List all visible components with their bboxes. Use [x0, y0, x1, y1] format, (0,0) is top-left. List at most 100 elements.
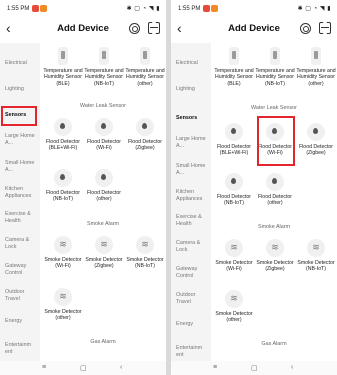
device-flood-other[interactable]: Flood Detector (other) — [84, 169, 124, 203]
device-flood-zigbee[interactable]: Flood Detector (Zigbee) — [125, 118, 165, 152]
qr-scan-icon[interactable] — [319, 22, 331, 34]
sensors-highlight-box — [1, 106, 37, 126]
smoke-detector-icon — [54, 288, 72, 306]
sidebar-item-sensors[interactable]: Sensors — [176, 115, 212, 122]
sidebar-item-energy[interactable]: Energy — [5, 318, 41, 325]
phone-screen-left: 1:55 PM ✱ ▢ ◔ ◥ ▮ ‹ Add Device Electrica… — [0, 0, 166, 375]
device-th-other[interactable]: Temperature and Humidity Sensor (other) — [296, 47, 336, 87]
sidebar-item-kitchen-appliances[interactable]: Kitchen Appliances — [5, 186, 39, 200]
status-time: 1:55 PM — [178, 6, 201, 12]
app-notification-icon — [211, 5, 218, 12]
section-title-water-leak: Water Leak Sensor — [251, 105, 297, 111]
device-smoke-nbiot[interactable]: Smoke Detector (NB-IoT) — [125, 236, 165, 270]
flood-sensor-icon — [307, 123, 325, 141]
flood-sensor-icon — [225, 123, 243, 141]
phone-screen-right: 1:55 PM ✱ ▢ ◔ ◥ ▮ ‹ Add Device Electrica… — [171, 0, 337, 375]
system-nav-bar: ≡ ▢ ‹ — [0, 361, 166, 375]
device-flood-zigbee[interactable]: Flood Detector (Zigbee) — [296, 123, 336, 157]
smoke-detector-icon — [54, 236, 72, 254]
section-title-gas: Gas Alarm — [90, 339, 116, 345]
device-smoke-wifi[interactable]: Smoke Detector (Wi-Fi) — [43, 236, 83, 270]
sidebar-item-kitchen-appliances[interactable]: Kitchen Appliances — [176, 189, 210, 203]
sidebar-item-camera-lock[interactable]: Camera & Lock — [176, 240, 206, 254]
smoke-detector-icon — [136, 236, 154, 254]
flood-sensor-icon — [95, 118, 113, 136]
device-th-nbiot[interactable]: Temperature and Humidity Sensor (NB-IoT) — [84, 47, 124, 87]
auto-scan-icon[interactable] — [129, 23, 140, 34]
section-title-gas: Gas Alarm — [261, 341, 287, 347]
device-flood-ble-wifi[interactable]: Flood Detector (BLE+Wi-Fi) — [43, 118, 83, 152]
thermometer-icon — [99, 47, 109, 65]
thermometer-icon — [58, 47, 68, 65]
sidebar-item-energy[interactable]: Energy — [176, 321, 212, 328]
device-th-other[interactable]: Temperature and Humidity Sensor (other) — [125, 47, 165, 87]
flood-sensor-icon — [266, 173, 284, 191]
notification-icon — [203, 5, 210, 12]
category-sidebar: Electrical Lighting Sensors Large Home A… — [0, 43, 40, 361]
smoke-detector-icon — [307, 239, 325, 257]
sidebar-item-small-home-appliances[interactable]: Small Home A... — [5, 160, 35, 174]
sidebar-item-entertainment[interactable]: Entertainm ent — [5, 342, 35, 356]
flood-sensor-icon — [95, 169, 113, 187]
device-smoke-other[interactable]: Smoke Detector (other) — [214, 290, 254, 324]
device-smoke-nbiot[interactable]: Smoke Detector (NB-IoT) — [296, 239, 336, 273]
device-th-ble[interactable]: Temperature and Humidity Sensor (BLE) — [214, 47, 254, 87]
status-bar: 1:55 PM ✱ ▢ ◔ ◥ ▮ — [0, 0, 166, 17]
menu-icon[interactable]: ≡ — [42, 364, 46, 371]
home-icon[interactable]: ▢ — [80, 364, 87, 372]
system-nav-bar: ≡ ▢ ‹ — [171, 361, 337, 375]
device-flood-nbiot[interactable]: Flood Detector (NB-IoT) — [214, 173, 254, 207]
sidebar-item-gateway-control[interactable]: Gateway Control — [176, 266, 206, 280]
page-title: Add Device — [57, 23, 109, 34]
status-bar: 1:55 PM ✱ ▢ ◔ ◥ ▮ — [171, 0, 337, 17]
nav-back-icon[interactable]: ‹ — [120, 364, 122, 371]
page-title: Add Device — [228, 23, 280, 34]
device-th-nbiot[interactable]: Temperature and Humidity Sensor (NB-IoT) — [255, 47, 295, 87]
device-smoke-wifi[interactable]: Smoke Detector (Wi-Fi) — [214, 239, 254, 273]
status-icons: ✱ ▢ ◔ ◥ ▮ — [126, 6, 160, 12]
menu-icon[interactable]: ≡ — [213, 364, 217, 371]
flood-sensor-icon — [136, 118, 154, 136]
thermometer-icon — [229, 47, 239, 65]
section-title-smoke: Smoke Alarm — [257, 224, 291, 230]
sidebar-item-large-home-appliances[interactable]: Large Home A... — [5, 133, 35, 147]
sidebar-item-large-home-appliances[interactable]: Large Home A... — [176, 136, 206, 150]
smoke-detector-icon — [266, 239, 284, 257]
auto-scan-icon[interactable] — [300, 23, 311, 34]
app-notification-icon — [40, 5, 47, 12]
device-flood-other[interactable]: Flood Detector (other) — [255, 173, 295, 207]
device-grid: Temperature and Humidity Sensor (BLE) Te… — [40, 43, 166, 361]
sidebar-item-exercise-health[interactable]: Exercise & Health — [5, 211, 37, 225]
qr-scan-icon[interactable] — [148, 22, 160, 34]
sidebar-item-lighting[interactable]: Lighting — [5, 86, 41, 93]
sidebar-item-electrical[interactable]: Electrical — [176, 60, 212, 67]
thermometer-icon — [270, 47, 280, 65]
device-flood-wifi[interactable]: Flood Detector (Wi-Fi) — [84, 118, 124, 152]
sidebar-item-outdoor-travel[interactable]: Outdoor Travel — [176, 292, 206, 306]
device-grid: Temperature and Humidity Sensor (BLE) Te… — [211, 43, 337, 361]
sidebar-item-small-home-appliances[interactable]: Small Home A... — [176, 163, 206, 177]
sidebar-item-entertainment[interactable]: Entertainm ent — [176, 345, 206, 359]
device-smoke-other[interactable]: Smoke Detector (other) — [43, 288, 83, 322]
device-flood-nbiot[interactable]: Flood Detector (NB-IoT) — [43, 169, 83, 203]
sidebar-item-camera-lock[interactable]: Camera & Lock — [5, 237, 35, 251]
device-smoke-zigbee[interactable]: Smoke Detector (Zigbee) — [84, 236, 124, 270]
flood-sensor-icon — [54, 169, 72, 187]
thermometer-icon — [140, 47, 150, 65]
sidebar-item-lighting[interactable]: Lighting — [176, 86, 212, 93]
flood-wifi-highlight-box — [257, 116, 295, 166]
device-smoke-zigbee[interactable]: Smoke Detector (Zigbee) — [255, 239, 295, 273]
category-sidebar: Electrical Lighting Sensors Large Home A… — [171, 43, 211, 361]
smoke-detector-icon — [225, 239, 243, 257]
sidebar-item-outdoor-travel[interactable]: Outdoor Travel — [5, 289, 35, 303]
nav-back-icon[interactable]: ‹ — [291, 364, 293, 371]
smoke-detector-icon — [225, 290, 243, 308]
home-icon[interactable]: ▢ — [251, 364, 258, 372]
sidebar-item-exercise-health[interactable]: Exercise & Health — [176, 214, 208, 228]
device-th-ble[interactable]: Temperature and Humidity Sensor (BLE) — [43, 47, 83, 87]
header: ‹ Add Device — [171, 17, 337, 43]
sidebar-item-electrical[interactable]: Electrical — [5, 60, 41, 67]
section-title-smoke: Smoke Alarm — [86, 221, 120, 227]
sidebar-item-gateway-control[interactable]: Gateway Control — [5, 263, 35, 277]
device-flood-ble-wifi[interactable]: Flood Detector (BLE+Wi-Fi) — [214, 123, 254, 157]
